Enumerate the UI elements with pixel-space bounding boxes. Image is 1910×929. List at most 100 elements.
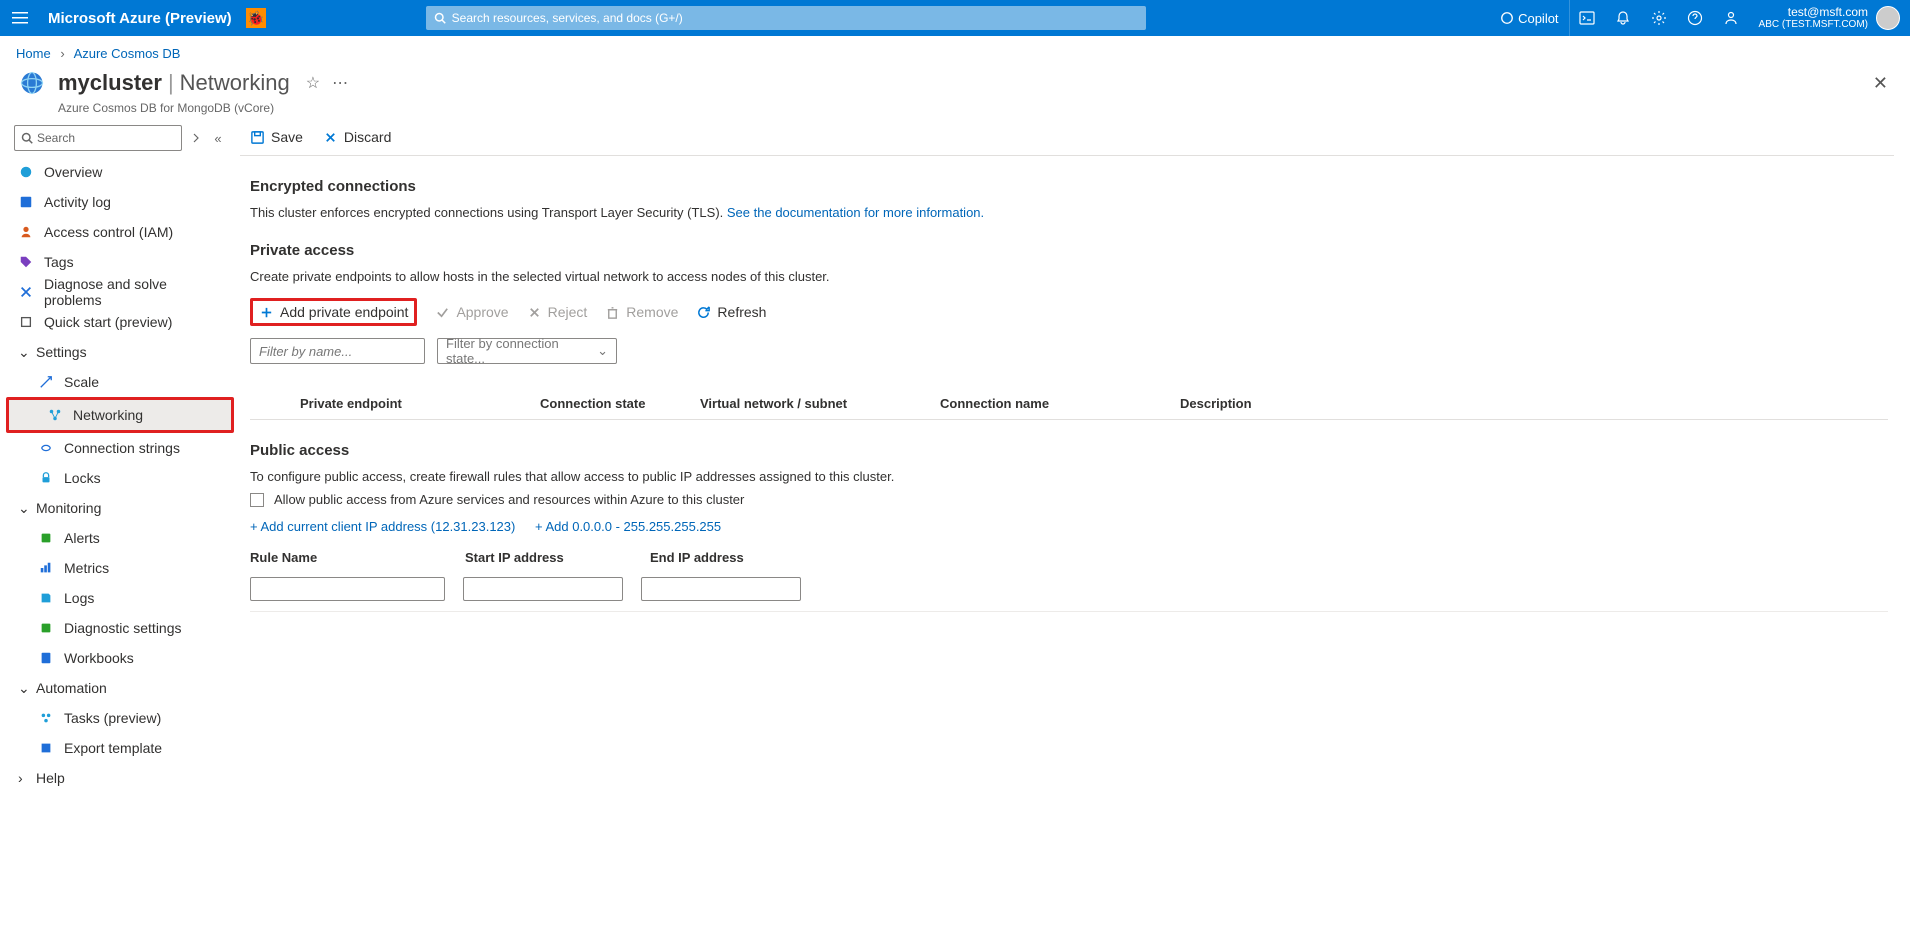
add-private-endpoint-button[interactable]: Add private endpoint [253,301,414,323]
cloud-shell-icon[interactable] [1569,0,1605,36]
nav-workbooks[interactable]: Workbooks [0,643,240,673]
nav-group-automation[interactable]: ⌄Automation [0,673,240,703]
breadcrumb-sep: › [60,46,64,61]
menu-icon[interactable] [0,0,40,36]
close-icon[interactable]: ✕ [1873,73,1888,94]
feedback-icon[interactable] [1713,0,1749,36]
add-client-ip-link[interactable]: + Add current client IP address (12.31.2… [250,519,515,534]
logs-icon [38,590,54,606]
save-button[interactable]: Save [250,129,303,145]
global-search[interactable]: Search resources, services, and docs (G+… [426,6,1146,30]
collapse-sidebar-icon[interactable]: « [210,130,226,146]
notifications-icon[interactable] [1605,0,1641,36]
end-ip-input[interactable] [641,577,801,601]
checkbox-icon[interactable] [250,493,264,507]
ip-shortcut-links: + Add current client IP address (12.31.2… [250,519,1888,534]
copilot-button[interactable]: Copilot [1490,11,1568,26]
allow-azure-services-checkbox[interactable]: Allow public access from Azure services … [250,492,1888,507]
encrypted-text-content: This cluster enforces encrypted connecti… [250,205,727,220]
sidebar-search-placeholder: Search [37,131,75,145]
rule-name-input[interactable] [250,577,445,601]
breadcrumb-home[interactable]: Home [16,46,51,61]
nav-help[interactable]: ›Help [0,763,240,793]
enc-doc-link[interactable]: See the documentation for more informati… [727,205,984,220]
chevron-down-icon: ⌄ [18,680,30,697]
col-rule-name: Rule Name [250,550,465,565]
add-full-range-link[interactable]: + Add 0.0.0.0 - 255.255.255.255 [535,519,721,534]
nav-label: Alerts [64,530,100,546]
copilot-label: Copilot [1518,11,1558,26]
nav-access-control[interactable]: Access control (IAM) [0,217,240,247]
allow-azure-label: Allow public access from Azure services … [274,492,744,507]
resource-name: mycluster [58,70,162,96]
approve-button: Approve [435,304,508,320]
breadcrumb: Home › Azure Cosmos DB [0,36,1910,65]
breadcrumb-service[interactable]: Azure Cosmos DB [74,46,181,61]
help-icon[interactable] [1677,0,1713,36]
refresh-button[interactable]: Refresh [696,304,766,320]
nav-metrics[interactable]: Metrics [0,553,240,583]
account-tenant: ABC (TEST.MSFT.COM) [1759,19,1868,30]
nav-networking[interactable]: Networking [9,400,231,430]
filter-state-label: Filter by connection state... [446,336,597,366]
nav-group-monitoring[interactable]: ⌄Monitoring [0,493,240,523]
discard-button[interactable]: Discard [323,129,391,145]
nav-tags[interactable]: Tags [0,247,240,277]
tags-icon [18,254,34,270]
nav-logs[interactable]: Logs [0,583,240,613]
remove-button: Remove [605,304,678,320]
nav-label: Tasks (preview) [64,710,161,726]
private-heading: Private access [250,242,1888,259]
metrics-icon [38,560,54,576]
nav-diagnose[interactable]: Diagnose and solve problems [0,277,240,307]
firewall-row [250,577,1888,612]
diagnose-icon [18,284,34,300]
account-menu[interactable]: test@msft.com ABC (TEST.MSFT.COM) [1749,6,1910,30]
approve-label: Approve [456,304,508,320]
filter-by-state-select[interactable]: Filter by connection state... ⌄ [437,338,617,364]
overview-icon [18,164,34,180]
nav-label: Logs [64,590,94,606]
expand-collapse-icon[interactable] [188,130,204,146]
nav-group-settings[interactable]: ⌄Settings [0,337,240,367]
nav-connection-strings[interactable]: Connection strings [0,433,240,463]
chevron-down-icon: ⌄ [18,500,30,517]
alerts-icon [38,530,54,546]
diag-settings-icon [38,620,54,636]
sidebar-search[interactable]: Search [14,125,182,151]
favorite-icon[interactable]: ☆ [306,73,320,93]
col-vnet-subnet: Virtual network / subnet [700,396,940,411]
nav-tasks[interactable]: Tasks (preview) [0,703,240,733]
reject-button: Reject [527,304,588,320]
azure-header: Microsoft Azure (Preview) 🐞 Search resou… [0,0,1910,36]
reject-label: Reject [548,304,588,320]
chevron-right-icon: › [18,770,30,786]
more-icon[interactable]: ⋯ [332,73,348,93]
nav-quick-start[interactable]: Quick start (preview) [0,307,240,337]
nav-label: Overview [44,164,102,180]
brand-label[interactable]: Microsoft Azure (Preview) [48,10,232,27]
nav-locks[interactable]: Locks [0,463,240,493]
highlight-networking: Networking [6,397,234,433]
nav-export-template[interactable]: Export template [0,733,240,763]
nav-label: Scale [64,374,99,390]
nav-activity-log[interactable]: Activity log [0,187,240,217]
col-description: Description [1180,396,1888,411]
nav-overview[interactable]: Overview [0,157,240,187]
blade-toolbar: Save Discard [240,119,1894,156]
nav-diagnostic-settings[interactable]: Diagnostic settings [0,613,240,643]
nav-label: Diagnose and solve problems [44,276,222,308]
title-row: mycluster | Networking ☆ ⋯ ✕ [0,65,1910,105]
col-private-endpoint: Private endpoint [300,396,540,411]
iam-icon [18,224,34,240]
start-ip-input[interactable] [463,577,623,601]
save-label: Save [271,129,303,145]
filter-by-name-input[interactable]: Filter by name... [250,338,425,364]
preview-bug-icon[interactable]: 🐞 [246,8,266,28]
nav-label: Export template [64,740,162,756]
nav-alerts[interactable]: Alerts [0,523,240,553]
title-separator: | [168,70,174,96]
settings-icon[interactable] [1641,0,1677,36]
col-end-ip: End IP address [650,550,850,565]
nav-scale[interactable]: Scale [0,367,240,397]
